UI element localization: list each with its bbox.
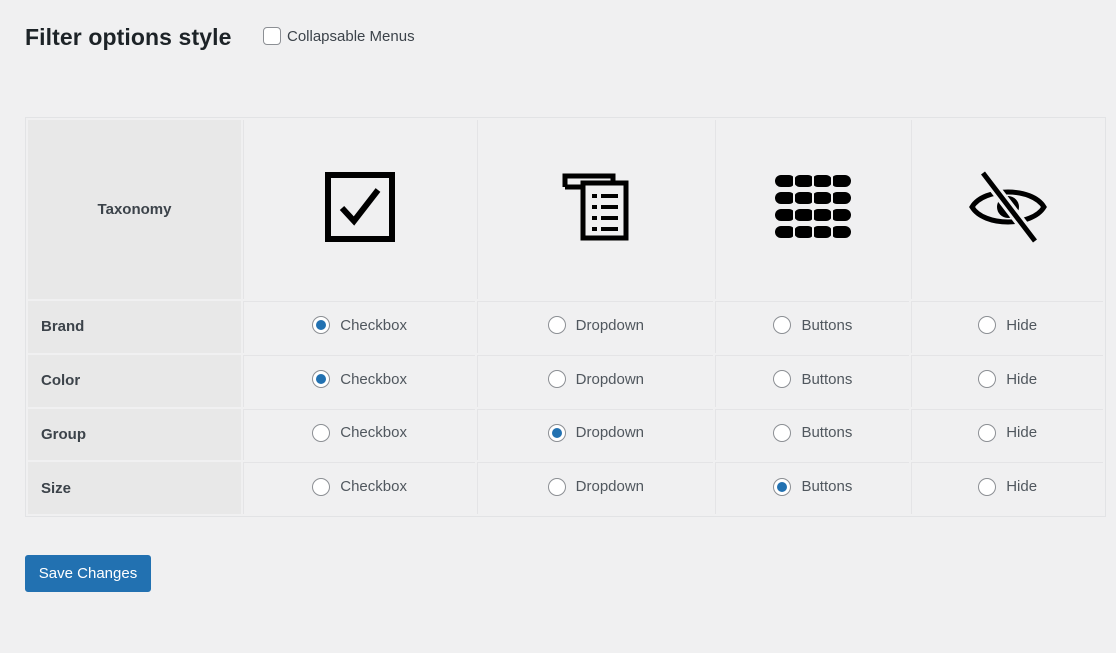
option-cell: Dropdown bbox=[477, 408, 714, 461]
radio-button[interactable] bbox=[312, 477, 331, 496]
radio-button[interactable] bbox=[547, 477, 566, 496]
row-label: Brand bbox=[28, 301, 241, 353]
option-cell: Checkbox bbox=[243, 301, 476, 353]
radio-label: Buttons bbox=[801, 424, 853, 442]
buttons-grid-icon bbox=[774, 173, 851, 241]
radio-label: Hide bbox=[1006, 316, 1038, 334]
radio-button[interactable] bbox=[978, 316, 997, 335]
table-row: Group Checkbox Dropdown Buttons Hide bbox=[28, 408, 1103, 461]
option-cell: Buttons bbox=[715, 301, 910, 353]
radio-button[interactable] bbox=[978, 423, 997, 442]
radio-option[interactable]: Checkbox bbox=[312, 316, 407, 335]
option-cell: Checkbox bbox=[243, 462, 476, 514]
radio-option[interactable]: Checkbox bbox=[312, 370, 407, 389]
radio-label: Dropdown bbox=[575, 478, 645, 496]
radio-option[interactable]: Buttons bbox=[773, 370, 853, 389]
column-header-checkbox bbox=[243, 120, 476, 299]
radio-option[interactable]: Hide bbox=[978, 477, 1038, 496]
option-cell: Dropdown bbox=[477, 462, 714, 514]
radio-option[interactable]: Hide bbox=[978, 316, 1038, 335]
radio-option[interactable]: Buttons bbox=[773, 477, 853, 496]
radio-option[interactable]: Buttons bbox=[773, 423, 853, 442]
radio-option[interactable]: Dropdown bbox=[547, 423, 645, 442]
collapsable-menus-label: Collapsable Menus bbox=[287, 27, 415, 45]
radio-button[interactable] bbox=[547, 423, 566, 442]
radio-option[interactable]: Hide bbox=[978, 370, 1038, 389]
taxonomy-header: Taxonomy bbox=[28, 120, 241, 299]
row-label: Size bbox=[28, 462, 241, 514]
radio-button[interactable] bbox=[773, 370, 792, 389]
option-cell: Checkbox bbox=[243, 354, 476, 407]
table-row: Color Checkbox Dropdown Buttons Hide bbox=[28, 354, 1103, 407]
filter-style-table: Taxonomy Brand Checkbox Dropdown Buttons… bbox=[25, 117, 1106, 517]
option-cell: Hide bbox=[911, 301, 1103, 353]
radio-option[interactable]: Dropdown bbox=[547, 370, 645, 389]
radio-label: Checkbox bbox=[340, 478, 407, 496]
radio-label: Checkbox bbox=[340, 316, 407, 334]
radio-label: Checkbox bbox=[340, 370, 407, 388]
radio-button[interactable] bbox=[312, 423, 331, 442]
radio-label: Buttons bbox=[801, 316, 853, 334]
save-changes-button[interactable]: Save Changes bbox=[25, 555, 151, 592]
radio-option[interactable]: Checkbox bbox=[312, 423, 407, 442]
radio-button[interactable] bbox=[547, 370, 566, 389]
row-label: Group bbox=[28, 408, 241, 461]
radio-button[interactable] bbox=[547, 316, 566, 335]
column-header-buttons bbox=[715, 120, 910, 299]
icon-header-row: Taxonomy bbox=[28, 120, 1103, 299]
table-row: Size Checkbox Dropdown Buttons Hide bbox=[28, 462, 1103, 514]
radio-button[interactable] bbox=[978, 370, 997, 389]
radio-button[interactable] bbox=[312, 316, 331, 335]
option-cell: Checkbox bbox=[243, 408, 476, 461]
radio-option[interactable]: Buttons bbox=[773, 316, 853, 335]
page-header: Filter options style bbox=[25, 24, 231, 51]
radio-button[interactable] bbox=[773, 477, 792, 496]
radio-label: Dropdown bbox=[575, 370, 645, 388]
radio-option[interactable]: Checkbox bbox=[312, 477, 407, 496]
option-cell: Hide bbox=[911, 408, 1103, 461]
option-cell: Hide bbox=[911, 462, 1103, 514]
column-header-dropdown bbox=[477, 120, 714, 299]
radio-label: Hide bbox=[1006, 370, 1038, 388]
radio-option[interactable]: Hide bbox=[978, 423, 1038, 442]
radio-label: Dropdown bbox=[575, 316, 645, 334]
radio-label: Dropdown bbox=[575, 424, 645, 442]
eye-slash-icon bbox=[968, 169, 1047, 245]
checkbox-icon bbox=[324, 172, 395, 242]
radio-button[interactable] bbox=[978, 477, 997, 496]
option-cell: Buttons bbox=[715, 408, 910, 461]
column-header-hide bbox=[911, 120, 1103, 299]
radio-option[interactable]: Dropdown bbox=[547, 477, 645, 496]
dropdown-list-icon bbox=[562, 173, 629, 241]
table-row: Brand Checkbox Dropdown Buttons Hide bbox=[28, 301, 1103, 353]
radio-button[interactable] bbox=[773, 423, 792, 442]
row-label: Color bbox=[28, 354, 241, 407]
option-cell: Buttons bbox=[715, 354, 910, 407]
collapsable-menus-option[interactable]: Collapsable Menus bbox=[263, 27, 415, 45]
radio-label: Buttons bbox=[801, 370, 853, 388]
option-cell: Buttons bbox=[715, 462, 910, 514]
page-title: Filter options style bbox=[25, 24, 232, 50]
option-cell: Dropdown bbox=[477, 354, 714, 407]
radio-label: Checkbox bbox=[340, 424, 407, 442]
option-cell: Hide bbox=[911, 354, 1103, 407]
radio-label: Buttons bbox=[801, 478, 853, 496]
radio-option[interactable]: Dropdown bbox=[547, 316, 645, 335]
radio-button[interactable] bbox=[773, 316, 792, 335]
radio-button[interactable] bbox=[312, 370, 331, 389]
radio-label: Hide bbox=[1006, 424, 1038, 442]
radio-label: Hide bbox=[1006, 478, 1038, 496]
option-cell: Dropdown bbox=[477, 301, 714, 353]
collapsable-menus-checkbox[interactable] bbox=[263, 27, 281, 45]
